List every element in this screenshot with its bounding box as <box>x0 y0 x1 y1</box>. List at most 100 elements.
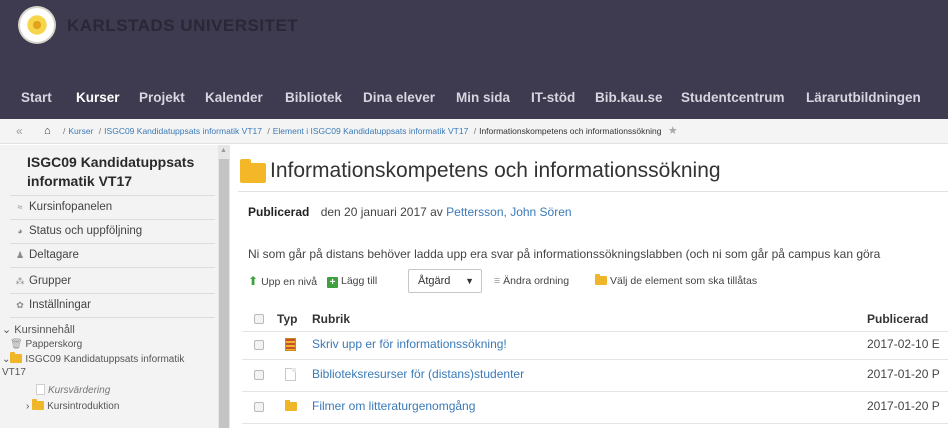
row-title-link[interactable]: Biblioteksresurser för (distans)studente… <box>312 367 524 381</box>
tree-papperskorg[interactable]: 🗑 Papperskorg <box>10 339 82 350</box>
tree-kursinnehall[interactable]: ⌄ Kursinnehåll <box>2 323 75 336</box>
row-published: 2017-01-20 P <box>867 399 940 413</box>
arrow-up-icon: ⬆ <box>248 274 259 288</box>
chevron-down-icon: ⌄ <box>2 354 11 365</box>
nav-start[interactable]: Start <box>21 88 52 108</box>
table-divider <box>242 391 948 392</box>
select-all-checkbox[interactable] <box>254 314 264 324</box>
sidebar-divider <box>10 317 215 318</box>
document-icon <box>36 384 45 395</box>
group-icon: ⁂ <box>15 276 25 286</box>
sidebar-divider <box>10 243 215 244</box>
chevron-down-icon: ⌄ <box>2 324 12 336</box>
main-nav: Start Kurser Projekt Kalender Bibliotek … <box>0 88 948 108</box>
table-row: Skriv upp er för informationssökning! 20… <box>248 335 948 355</box>
row-published: 2017-02-10 E <box>867 337 940 351</box>
sidebar-divider <box>10 267 215 268</box>
table-divider <box>242 423 948 424</box>
table-divider <box>242 359 948 360</box>
folder-icon <box>240 159 266 183</box>
nav-dina-elever[interactable]: Dina elever <box>363 88 435 108</box>
sidebar-item-installningar[interactable]: ✿ Inställningar <box>14 299 91 311</box>
tree-kursintroduktion[interactable]: › Kursintroduktion <box>26 399 119 412</box>
breadcrumb-elements[interactable]: Element i ISGC09 Kandidatuppsats informa… <box>273 126 469 136</box>
breadcrumb-course[interactable]: ISGC09 Kandidatuppsats informatik VT17 <box>104 126 262 136</box>
nav-min-sida[interactable]: Min sida <box>456 88 510 108</box>
up-one-level-button[interactable]: ⬆ Upp en nivå <box>248 269 317 294</box>
caret-down-icon: ▼ <box>465 276 474 286</box>
row-checkbox[interactable] <box>254 340 264 350</box>
assignment-icon <box>285 338 296 351</box>
sidebar-item-grupper[interactable]: ⁂ Grupper <box>14 275 72 287</box>
reorder-icon: ≡ <box>494 275 501 287</box>
published-label: Publicerad <box>248 205 310 219</box>
breadcrumb-kurser[interactable]: Kurser <box>68 126 93 136</box>
home-icon[interactable]: ⌂ <box>44 119 51 143</box>
table-header: Typ Rubrik Publicerad <box>248 311 948 329</box>
user-icon: ♟ <box>15 250 25 260</box>
row-title-link[interactable]: Skriv upp er för informationssökning! <box>312 337 507 351</box>
gear-icon: ✿ <box>16 300 24 310</box>
trash-icon: 🗑 <box>10 339 23 350</box>
sidebar-item-deltagare[interactable]: ♟ Deltagare <box>14 249 79 261</box>
scroll-up-arrow-icon[interactable]: ▲ <box>220 147 227 154</box>
folder-icon <box>32 399 45 410</box>
column-title[interactable]: Rubrik <box>312 312 350 326</box>
sidebar-item-status[interactable]: ◕ Status och uppföljning <box>14 225 142 237</box>
folder-icon <box>10 352 23 363</box>
tree-course-folder-line2: VT17 <box>2 367 26 378</box>
tree-course-folder[interactable]: ⌄ ISGC09 Kandidatuppsats informatik <box>2 352 184 365</box>
action-dropdown[interactable]: Åtgärd ▼ <box>408 269 482 293</box>
row-checkbox[interactable] <box>254 370 264 380</box>
main-content: Informationskompetens och informationssö… <box>232 145 948 428</box>
table-row: Filmer om litteraturgenomgång 2017-01-20… <box>248 397 948 417</box>
folder-icon <box>285 400 297 411</box>
nav-kalender[interactable]: Kalender <box>205 88 263 108</box>
column-published[interactable]: Publicerad <box>867 312 928 326</box>
row-published: 2017-01-20 P <box>867 367 940 381</box>
row-checkbox[interactable] <box>254 402 264 412</box>
nav-projekt[interactable]: Projekt <box>139 88 185 108</box>
course-sidebar: ISGC09 Kandidatuppsats informatik VT17 ≈… <box>0 145 230 428</box>
site-header: KARLSTADS UNIVERSITET Start Kurser Proje… <box>0 0 948 119</box>
nav-kurser[interactable]: Kurser <box>76 88 120 108</box>
row-title-link[interactable]: Filmer om litteraturgenomgång <box>312 399 475 413</box>
sidebar-scrollbar-thumb[interactable] <box>219 159 229 428</box>
nav-bibliotek[interactable]: Bibliotek <box>285 88 342 108</box>
sidebar-divider <box>10 195 215 196</box>
dashboard-icon: ≈ <box>17 202 23 212</box>
nav-lararutbildningen[interactable]: Lärarutbildningen <box>806 88 921 108</box>
breadcrumb-current: Informationskompetens och informationssö… <box>479 126 662 136</box>
published-info: Publicerad den 20 januari 2017 av Petter… <box>248 205 572 219</box>
breadcrumb: / Kurser / ISGC09 Kandidatuppsats informat… <box>63 125 678 137</box>
column-type[interactable]: Typ <box>277 312 297 326</box>
reorder-button[interactable]: ≡ Ändra ordning <box>494 269 569 293</box>
tree-kursvardering[interactable]: Kursvärdering <box>36 384 110 396</box>
add-button[interactable]: + Lägg till <box>327 269 377 293</box>
document-icon <box>285 368 296 381</box>
breadcrumb-bar: « ⌂ / Kurser / ISGC09 Kandidatuppsats info… <box>0 119 948 144</box>
choose-allowed-elements-button[interactable]: Välj de element som ska tillåtas <box>595 269 757 293</box>
author-link[interactable]: Pettersson, John Sören <box>446 205 571 219</box>
nav-bib-kau[interactable]: Bib.kau.se <box>595 88 663 108</box>
folder-icon <box>595 274 607 285</box>
sidebar-item-kursinfopanelen[interactable]: ≈ Kursinfopanelen <box>14 201 113 213</box>
page-title: Informationskompetens och informationssö… <box>270 159 721 182</box>
plus-icon: + <box>327 277 338 288</box>
sidebar-divider <box>10 293 215 294</box>
favorite-star-icon[interactable]: ★ <box>664 125 678 137</box>
published-date: den 20 januari 2017 av <box>320 205 443 219</box>
university-name[interactable]: KARLSTADS UNIVERSITET <box>67 16 298 36</box>
university-logo[interactable] <box>18 6 56 44</box>
table-row: Biblioteksresurser för (distans)studente… <box>248 365 948 385</box>
title-divider <box>238 191 948 192</box>
sidebar-divider <box>10 219 215 220</box>
nav-studentcentrum[interactable]: Studentcentrum <box>681 88 785 108</box>
sidebar-course-title[interactable]: ISGC09 Kandidatuppsats informatik VT17 <box>27 153 212 191</box>
chevron-right-icon: › <box>26 401 30 412</box>
nav-it-stod[interactable]: IT-stöd <box>531 88 575 108</box>
folder-description: Ni som går på distans behöver ladda upp … <box>248 247 881 261</box>
table-divider <box>242 331 948 332</box>
chart-icon: ◕ <box>17 226 23 236</box>
collapse-sidebar-icon[interactable]: « <box>16 119 23 143</box>
